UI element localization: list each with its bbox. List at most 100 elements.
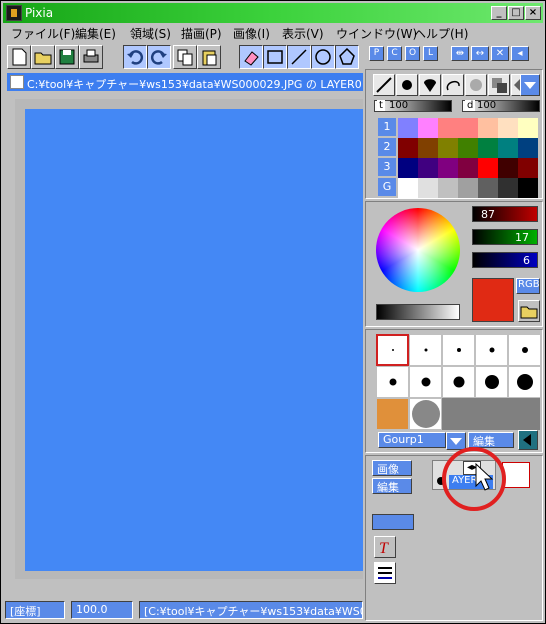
app-icon[interactable]: [6, 5, 22, 21]
menu-view[interactable]: 表示(V): [282, 25, 324, 42]
palette-swatch[interactable]: [398, 178, 418, 198]
t-slider[interactable]: t 100: [374, 100, 452, 112]
layer-image-button[interactable]: 画像: [372, 460, 412, 476]
blue-slider[interactable]: 6: [472, 252, 538, 268]
green-slider[interactable]: 17: [472, 229, 538, 245]
paste-icon[interactable]: [197, 45, 221, 69]
texture-brush[interactable]: [376, 398, 409, 430]
text-tool-icon[interactable]: T: [374, 536, 396, 558]
palette-swatch[interactable]: [498, 158, 518, 178]
palette-row-label[interactable]: 1: [378, 118, 396, 136]
palette-swatch[interactable]: [418, 178, 438, 198]
new-file-icon[interactable]: [7, 45, 31, 69]
palette-swatch[interactable]: [518, 138, 538, 158]
lasso-tool-icon[interactable]: [442, 74, 464, 96]
document-icon[interactable]: [10, 75, 24, 89]
undo-icon[interactable]: [123, 45, 147, 69]
palette-swatch[interactable]: [398, 138, 418, 158]
tab-p[interactable]: P: [369, 46, 384, 61]
copy-icon[interactable]: [173, 45, 197, 69]
palette-swatch[interactable]: [498, 118, 518, 138]
palette-swatch[interactable]: [478, 158, 498, 178]
pen-tool-icon[interactable]: [373, 74, 395, 96]
eraser-icon[interactable]: [239, 45, 263, 69]
current-color[interactable]: [472, 278, 514, 322]
airbrush-tool-icon[interactable]: [396, 74, 418, 96]
maximize-button[interactable]: □: [508, 6, 524, 20]
rgb-mode-button[interactable]: RGB: [516, 278, 540, 294]
close-panel-icon[interactable]: ✕: [491, 46, 509, 61]
palette-swatch[interactable]: [398, 118, 418, 138]
brush-preset[interactable]: [475, 366, 508, 398]
palette-swatch[interactable]: [458, 118, 478, 138]
palette-swatch[interactable]: [478, 118, 498, 138]
palette-swatch[interactable]: [438, 138, 458, 158]
layer-color-bar[interactable]: [372, 514, 414, 530]
palette-swatch[interactable]: [438, 178, 458, 198]
save-icon[interactable]: [55, 45, 79, 69]
menu-file[interactable]: ファイル(F): [11, 25, 75, 42]
brush-preset[interactable]: [376, 334, 409, 366]
stretch-horizontal-icon[interactable]: ↔: [471, 46, 489, 61]
palette-swatch[interactable]: [458, 158, 478, 178]
palette-swatch[interactable]: [418, 118, 438, 138]
tool-dropdown-icon[interactable]: [520, 74, 540, 96]
palette-swatch[interactable]: [518, 158, 538, 178]
menu-draw[interactable]: 描画(P): [181, 25, 222, 42]
rectangle-icon[interactable]: [263, 45, 287, 69]
brush-arrow-icon[interactable]: [518, 430, 538, 450]
minimize-button[interactable]: _: [491, 6, 507, 20]
layer-list-icon[interactable]: [374, 562, 396, 584]
palette-swatch[interactable]: [418, 158, 438, 178]
large-brush[interactable]: [409, 398, 442, 430]
palette-swatch[interactable]: [458, 178, 478, 198]
document-title-bar[interactable]: C:¥tool¥キャプチャー¥ws153¥data¥WS000029.JPG の…: [7, 73, 363, 91]
menu-window[interactable]: ウインドウ(W): [336, 25, 417, 42]
arrange-horizontal-icon[interactable]: ⇹: [451, 46, 469, 61]
palette-swatch[interactable]: [458, 138, 478, 158]
palette-swatch[interactable]: [518, 178, 538, 198]
menu-edit[interactable]: 編集(E): [75, 25, 116, 42]
tab-c[interactable]: C: [387, 46, 402, 61]
tab-l[interactable]: L: [423, 46, 438, 61]
blur-tool-icon[interactable]: [465, 74, 487, 96]
brush-preset[interactable]: [508, 334, 541, 366]
palette-swatch[interactable]: [438, 158, 458, 178]
lightness-slider[interactable]: [376, 304, 460, 320]
palette-swatch[interactable]: [518, 118, 538, 138]
tab-o[interactable]: O: [405, 46, 420, 61]
palette-swatch[interactable]: [478, 138, 498, 158]
line-icon[interactable]: [287, 45, 311, 69]
palette-row-label[interactable]: 3: [378, 158, 396, 176]
brush-preset[interactable]: [376, 366, 409, 398]
palette-swatch[interactable]: [498, 178, 518, 198]
brush-preset[interactable]: [475, 334, 508, 366]
close-button[interactable]: ×: [525, 6, 541, 20]
brush-group-select[interactable]: Gourp1: [378, 432, 446, 448]
brush-preset[interactable]: [508, 366, 541, 398]
title-bar[interactable]: Pixia _ □ ×: [3, 3, 543, 23]
palette-swatch[interactable]: [418, 138, 438, 158]
palette-row-label[interactable]: G: [378, 178, 396, 196]
menu-region[interactable]: 領域(S): [130, 25, 171, 42]
menu-image[interactable]: 画像(I): [233, 25, 270, 42]
palette-swatch[interactable]: [478, 178, 498, 198]
circle-icon[interactable]: [311, 45, 335, 69]
layer-copy-icon[interactable]: [488, 74, 510, 96]
brush-preset[interactable]: [442, 334, 475, 366]
print-icon[interactable]: [79, 45, 103, 69]
palette-row-label[interactable]: 2: [378, 138, 396, 156]
collapse-panel-icon[interactable]: ◂: [511, 46, 529, 61]
palette-swatch[interactable]: [398, 158, 418, 178]
open-folder-icon[interactable]: [31, 45, 55, 69]
fill-tool-icon[interactable]: [419, 74, 441, 96]
brush-preset[interactable]: [442, 366, 475, 398]
brush-preset[interactable]: [409, 366, 442, 398]
color-wheel[interactable]: [376, 208, 460, 292]
polygon-icon[interactable]: [335, 45, 359, 69]
layer-edit-button[interactable]: 編集: [372, 478, 412, 494]
drawing-canvas[interactable]: [25, 109, 363, 571]
brush-preset[interactable]: [409, 334, 442, 366]
d-slider[interactable]: d 100: [462, 100, 540, 112]
color-folder-icon[interactable]: [518, 300, 540, 322]
